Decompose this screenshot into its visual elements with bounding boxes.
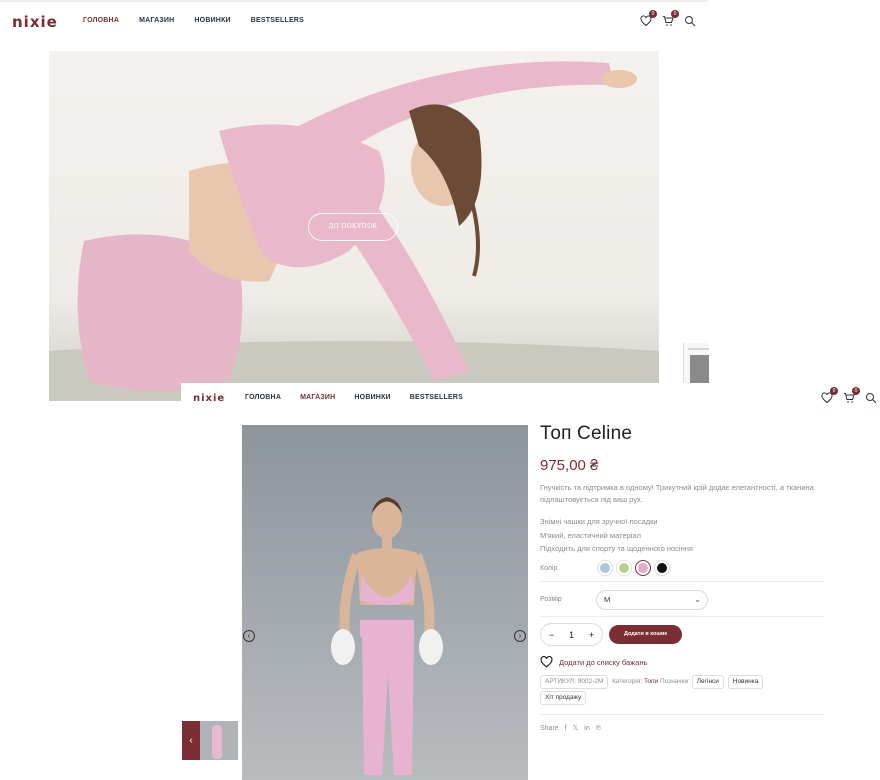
color-swatches <box>598 561 669 575</box>
shop-now-button[interactable]: ДО ПОКУПОК <box>308 213 398 241</box>
nav-item-bestsellers[interactable]: BESTSELLERS <box>410 394 463 401</box>
x-icon[interactable]: 𝕏 <box>573 724 579 732</box>
nav-item-new[interactable]: НОВИНКИ <box>354 394 390 401</box>
cart-count-badge: 0 <box>671 10 679 18</box>
color-swatch-pink[interactable] <box>636 561 650 575</box>
gallery-next-arrow-icon[interactable]: › <box>514 630 526 642</box>
product-description: Гнучкість та підтримка в одному! Трикутн… <box>540 483 814 504</box>
feature-item: М'який, еластичний матеріал <box>540 530 641 540</box>
nav-item-home[interactable]: ГОЛОВНА <box>83 17 119 24</box>
search-icon[interactable] <box>684 15 696 27</box>
color-swatch-green[interactable] <box>617 561 631 575</box>
add-to-wishlist-link[interactable]: Додати до списку бажань <box>540 656 647 668</box>
page-thumbnail-preview <box>683 343 709 383</box>
home-screenshot: nixie ГОЛОВНА МАГАЗИН НОВИНКИ BESTSELLER… <box>0 0 709 401</box>
product-model-illustration <box>331 497 443 775</box>
cart-icon[interactable]: 0 <box>843 387 860 404</box>
product-price: 975,00 ₴ <box>540 457 599 474</box>
header-icons: 0 0 <box>640 10 696 27</box>
color-label: Колір <box>540 565 558 572</box>
wishlist-count-badge: 0 <box>649 10 657 18</box>
nav-item-bestsellers[interactable]: BESTSELLERS <box>251 17 304 24</box>
tag-link[interactable]: Новинка <box>727 675 764 689</box>
category-link[interactable]: Топи <box>644 678 658 685</box>
thumbnail-prev-arrow-icon[interactable]: ‹ <box>182 721 200 760</box>
product-meta: АРТИКУЛ: 9002-2M Категорія: Топи Позначк… <box>540 674 830 706</box>
size-select-value: M <box>604 595 611 604</box>
thumbnail-image <box>212 725 222 759</box>
product-title: Топ Celine <box>540 423 633 444</box>
search-icon[interactable] <box>865 392 877 404</box>
color-swatch-blue[interactable] <box>598 561 612 575</box>
home-header: nixie ГОЛОВНА МАГАЗИН НОВИНКИ BESTSELLER… <box>0 2 708 40</box>
nav-item-new[interactable]: НОВИНКИ <box>194 17 230 24</box>
feature-item: Знімні чашки для зручної посадки <box>540 517 658 526</box>
divider <box>540 714 825 715</box>
feature-item: Підходить для спорту та щоденного носінн… <box>540 544 693 553</box>
wishlist-label: Додати до списку бажань <box>559 657 648 667</box>
hero-banner: ДО ПОКУПОК <box>49 51 659 401</box>
nav-item-shop[interactable]: МАГАЗИН <box>139 17 174 24</box>
product-main-image[interactable] <box>242 425 528 780</box>
quantity-minus-button[interactable]: − <box>549 630 554 640</box>
main-nav: ГОЛОВНА МАГАЗИН НОВИНКИ BESTSELLERS <box>83 17 304 24</box>
gallery-prev-arrow-icon[interactable]: ‹ <box>243 630 255 642</box>
heart-icon <box>540 656 553 668</box>
quantity-stepper: − 1 + <box>540 623 603 646</box>
product-screenshot: nixie ГОЛОВНА МАГАЗИН НОВИНКИ BESTSELLER… <box>181 383 880 780</box>
color-swatch-black[interactable] <box>655 561 669 575</box>
wishlist-icon[interactable]: 0 <box>640 10 657 27</box>
category-label: Категорія: <box>612 678 643 685</box>
chevron-down-icon: ⌄ <box>694 595 701 604</box>
share-row: Share f 𝕏 in ℗ <box>540 724 601 733</box>
nav-item-home[interactable]: ГОЛОВНА <box>245 394 281 401</box>
divider <box>540 581 825 582</box>
sku-badge: АРТИКУЛ: 9002-2M <box>540 675 609 689</box>
logo[interactable]: nixie <box>12 13 58 31</box>
main-nav: ГОЛОВНА МАГАЗИН НОВИНКИ BESTSELLERS <box>245 394 463 401</box>
logo[interactable]: nixie <box>193 393 225 404</box>
add-to-cart-button[interactable]: Додати в кошик <box>609 625 682 644</box>
cart-icon[interactable]: 0 <box>662 10 679 27</box>
cart-count-badge: 0 <box>852 387 860 395</box>
size-select[interactable]: M ⌄ <box>596 590 708 610</box>
pinterest-icon[interactable]: ℗ <box>596 725 601 732</box>
linkedin-icon[interactable]: in <box>584 725 589 732</box>
wishlist-count-badge: 0 <box>830 387 838 395</box>
quantity-value[interactable]: 1 <box>569 630 574 640</box>
tag-link[interactable]: Легінси <box>691 675 724 689</box>
facebook-icon[interactable]: f <box>565 725 567 732</box>
size-label: Розмір <box>540 596 562 603</box>
divider <box>540 616 825 617</box>
share-label: Share <box>540 724 559 732</box>
product-info: Топ Celine 975,00 ₴ Гнучкість та підтрим… <box>540 383 830 780</box>
tags-label: Позначки: <box>660 678 690 685</box>
product-features: Знімні чашки для зручної посадки М'який,… <box>540 515 693 556</box>
tag-link[interactable]: Хіт продажу <box>540 691 587 705</box>
product-thumbnail[interactable]: ‹ <box>182 721 238 760</box>
nav-item-shop[interactable]: МАГАЗИН <box>300 394 335 401</box>
quantity-plus-button[interactable]: + <box>589 630 594 640</box>
